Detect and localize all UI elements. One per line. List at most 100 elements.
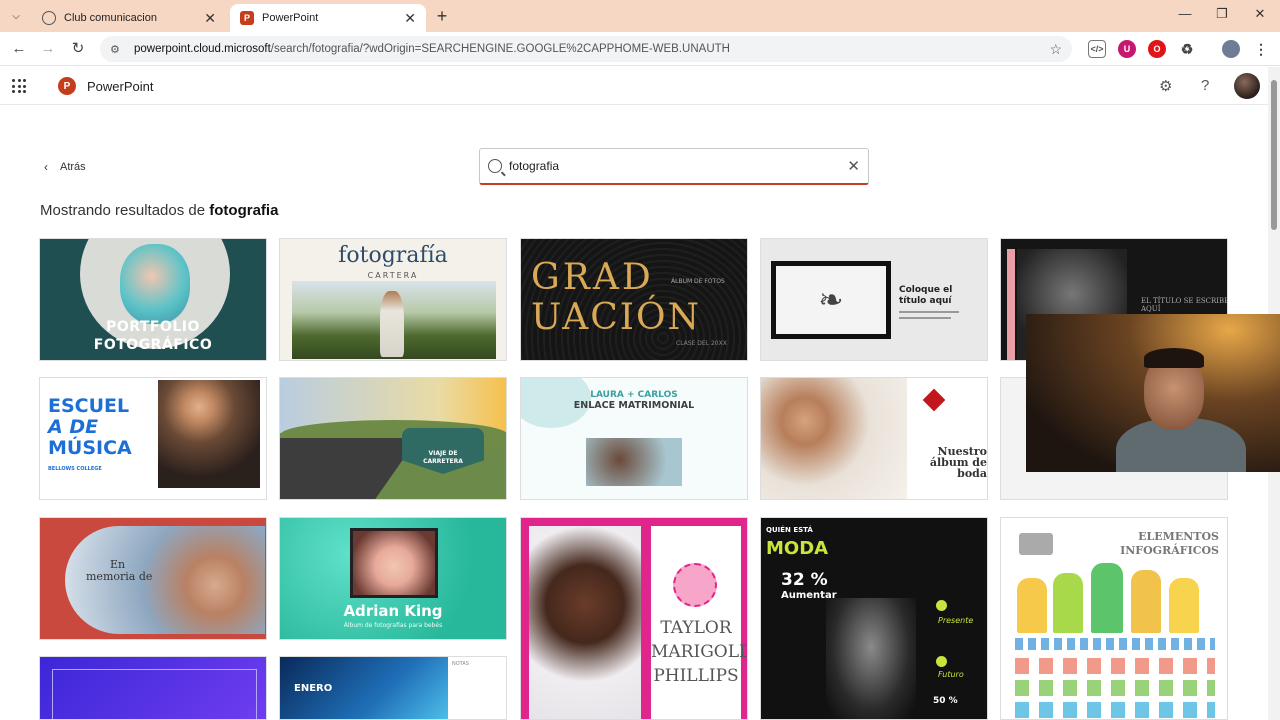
taylor-line2: MARIGOLD bbox=[651, 642, 748, 662]
couple-photo bbox=[761, 378, 907, 499]
template-card-coloque[interactable]: ❧ Coloque el título aquí bbox=[760, 238, 988, 361]
memoria-line2: memoria de bbox=[86, 570, 153, 583]
back-link[interactable]: ‹ Atrás bbox=[44, 160, 86, 174]
person-hair bbox=[1144, 348, 1204, 368]
template-card-moda[interactable]: QUIÉN ESTÁ MODA 32 % Aumentar Presente F… bbox=[760, 517, 988, 720]
picture-frame: ❧ bbox=[771, 261, 891, 339]
results-prefix: Mostrando resultados de bbox=[40, 202, 210, 219]
profile-avatar-icon[interactable] bbox=[1222, 40, 1240, 58]
shield-extension-icon[interactable]: U bbox=[1118, 40, 1136, 58]
close-icon[interactable]: ✕ bbox=[204, 10, 216, 27]
graduacion-line2: UACIÓN bbox=[531, 297, 702, 338]
people-row-icon bbox=[1015, 658, 1215, 674]
template-card-graduacion[interactable]: GRAD UACIÓN ÁLBUM DE FOTOS CLASE DEL 20X… bbox=[520, 238, 748, 361]
musica-line2: A DE bbox=[48, 416, 99, 438]
musica-line3: MÚSICA bbox=[48, 437, 132, 459]
red-bird-icon bbox=[922, 388, 946, 412]
template-card-purple[interactable] bbox=[39, 656, 267, 720]
owl-illustration-icon: ❧ bbox=[776, 266, 886, 334]
restore-icon[interactable]: ❐ bbox=[1212, 6, 1232, 22]
template-card-musica[interactable]: ESCUEL A DE MÚSICA BELLOWS COLLEGE bbox=[39, 377, 267, 500]
person-figure-icon bbox=[1091, 563, 1123, 633]
url-host: powerpoint.cloud.microsoft bbox=[134, 43, 271, 55]
template-card-viaje[interactable]: VIAJE DE CARRETERA bbox=[279, 377, 507, 500]
window-close-icon[interactable]: ✕ bbox=[1250, 6, 1270, 22]
results-query: fotografia bbox=[209, 202, 279, 219]
url-path: /search/fotografia/?wdOrigin=SEARCHENGIN… bbox=[270, 43, 730, 55]
boda-line3: boda bbox=[957, 467, 987, 480]
back-arrow-icon[interactable]: ← bbox=[8, 38, 30, 60]
more-menu-icon[interactable]: ⋮ bbox=[1252, 40, 1270, 58]
tab-search-chevron-icon[interactable]: ⌵ bbox=[6, 6, 26, 26]
cartera-subtitle: CARTERA bbox=[367, 271, 419, 280]
graduacion-clase: CLASE DEL 20XX bbox=[676, 340, 727, 347]
people-row-icon bbox=[1015, 638, 1215, 650]
portfolio-line1: PORTFOLIO bbox=[106, 319, 200, 335]
template-card-memoria[interactable]: En memoria de bbox=[39, 517, 267, 640]
puzzle-extensions-icon[interactable]: ♻ bbox=[1178, 40, 1196, 58]
enlace-line1: LAURA + CARLOS bbox=[590, 390, 678, 400]
baby-photo-frame bbox=[350, 528, 438, 598]
app-launcher-icon[interactable] bbox=[12, 79, 26, 93]
tab-title: PowerPoint bbox=[262, 12, 319, 24]
template-card-cartera[interactable]: fotografía CARTERA bbox=[279, 238, 507, 361]
bookmark-star-icon[interactable]: ☆ bbox=[1049, 41, 1062, 58]
chevron-left-icon: ‹ bbox=[44, 160, 48, 174]
browser-tab-club-comunicacion[interactable]: Club comunicacion ✕ bbox=[32, 4, 226, 32]
devtools-extension-icon[interactable]: </> bbox=[1088, 40, 1106, 58]
template-card-adrian[interactable]: Adrian King Álbum de fotografías para be… bbox=[279, 517, 507, 640]
person-figure-icon bbox=[1169, 578, 1199, 633]
portfolio-line2: FOTOGRÁFICO bbox=[93, 337, 213, 353]
back-label: Atrás bbox=[60, 161, 86, 173]
template-card-enlace[interactable]: LAURA + CARLOS ENLACE MATRIMONIAL bbox=[520, 377, 748, 500]
url-text: powerpoint.cloud.microsoft/search/fotogr… bbox=[134, 43, 1049, 55]
forward-arrow-icon[interactable]: → bbox=[37, 38, 59, 60]
site-info-icon[interactable]: ⚙ bbox=[110, 43, 124, 56]
browser-tab-bar: ⌵ Club comunicacion ✕ P PowerPoint ✕ + —… bbox=[0, 0, 1280, 32]
opera-extension-icon[interactable]: O bbox=[1148, 40, 1166, 58]
reload-icon[interactable]: ↻ bbox=[67, 38, 89, 60]
baby-photo bbox=[529, 526, 641, 719]
template-card-taylor[interactable]: TAYLOR MARIGOLD PHILLIPS bbox=[520, 517, 748, 720]
browser-tab-powerpoint[interactable]: P PowerPoint ✕ bbox=[230, 4, 426, 32]
template-card-boda[interactable]: Nuestro álbum de boda bbox=[760, 377, 988, 500]
coloque-title: Coloque el título aquí bbox=[899, 285, 953, 306]
template-card-infografia[interactable]: ELEMENTOS INFOGRÁFICOS bbox=[1000, 517, 1228, 720]
cellist-photo bbox=[158, 380, 260, 488]
enero-notas: NOTAS bbox=[452, 661, 469, 667]
pink-bar bbox=[1007, 249, 1015, 360]
person-figure-icon bbox=[1131, 570, 1161, 633]
new-tab-plus-icon[interactable]: + bbox=[432, 6, 452, 26]
search-icon bbox=[488, 159, 502, 173]
frame bbox=[52, 669, 257, 719]
app-header: P PowerPoint ⚙ ? bbox=[0, 67, 1268, 105]
hedgehog-icon bbox=[673, 563, 717, 607]
el-titulo-title: EL TÍTULO SE ESCRIBE AQUÍ bbox=[1141, 297, 1228, 313]
graduacion-album: ÁLBUM DE FOTOS bbox=[671, 278, 725, 285]
moda-futuro: Futuro bbox=[938, 670, 964, 679]
settings-gear-icon[interactable]: ⚙ bbox=[1159, 77, 1172, 95]
minimize-icon[interactable]: — bbox=[1175, 6, 1195, 21]
clear-search-icon[interactable]: ✕ bbox=[847, 157, 860, 175]
globe-icon bbox=[42, 11, 56, 25]
moda-presente: Presente bbox=[938, 616, 974, 625]
search-input[interactable] bbox=[509, 159, 848, 173]
adrian-sub: Álbum de fotografías para bebés bbox=[343, 622, 443, 629]
viaje-line2: CARRETERA bbox=[423, 458, 463, 465]
user-avatar[interactable] bbox=[1234, 73, 1260, 99]
app-name[interactable]: PowerPoint bbox=[87, 79, 153, 94]
close-icon[interactable]: ✕ bbox=[404, 10, 416, 27]
infografia-line2: INFOGRÁFICOS bbox=[1120, 544, 1219, 557]
help-icon[interactable]: ? bbox=[1201, 77, 1209, 94]
viaje-line1: VIAJE DE bbox=[428, 450, 458, 457]
address-bar[interactable]: ⚙ powerpoint.cloud.microsoft/search/foto… bbox=[100, 36, 1072, 62]
moda-title: MODA bbox=[766, 538, 829, 559]
search-box[interactable]: ✕ bbox=[479, 148, 869, 185]
people-icon bbox=[1019, 533, 1053, 555]
step-1-marker bbox=[936, 600, 947, 611]
musica-college: BELLOWS COLLEGE bbox=[48, 466, 102, 472]
moda-header: QUIÉN ESTÁ bbox=[766, 526, 813, 534]
template-card-enero[interactable]: ENERO NOTAS bbox=[279, 656, 507, 720]
template-card-portfolio[interactable]: PORTFOLIO FOTOGRÁFICO bbox=[39, 238, 267, 361]
scrollbar-thumb[interactable] bbox=[1271, 80, 1277, 230]
